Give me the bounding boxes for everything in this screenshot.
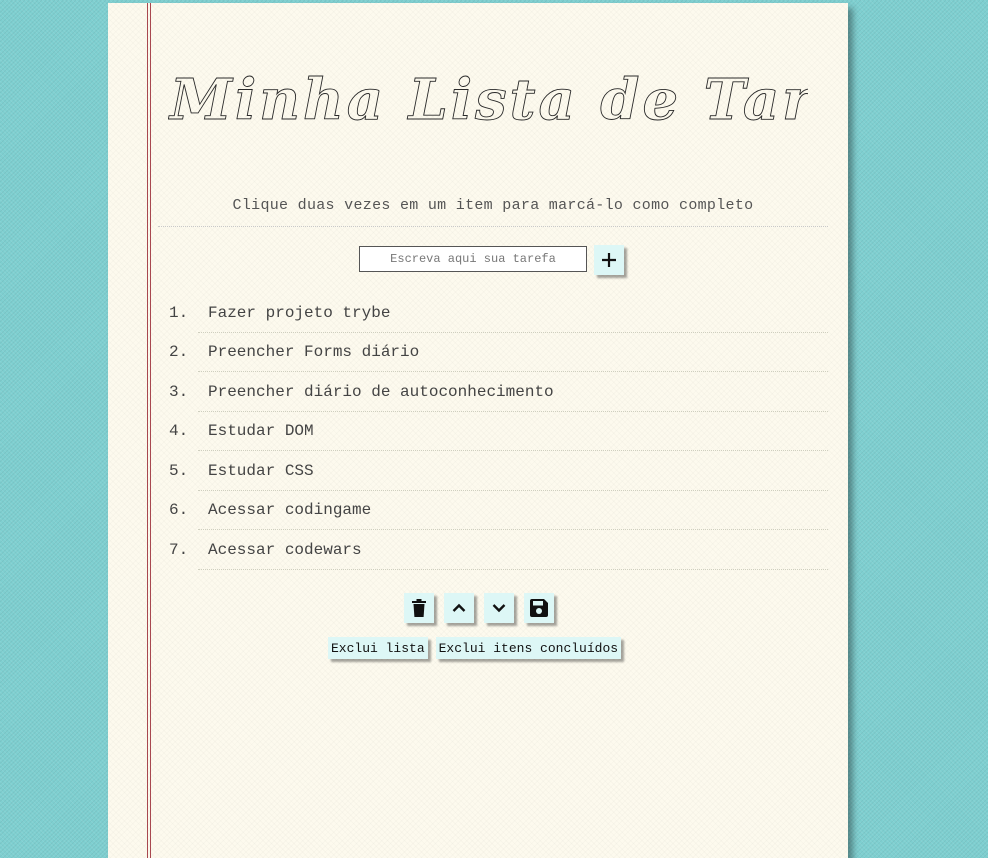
divider <box>158 226 828 227</box>
page-title-script: Minha Lista de Tarefas <box>168 67 808 134</box>
margin-line <box>147 3 148 858</box>
clear-controls: Exclui lista Exclui itens concluídos <box>328 637 629 659</box>
task-number: 6. <box>169 501 189 520</box>
list-controls <box>404 593 564 623</box>
page-title-text: Minha Lista de Tarefas <box>168 67 808 133</box>
task-item[interactable]: 1. Fazer projeto trybe <box>158 293 828 333</box>
task-number: 5. <box>169 461 189 480</box>
task-text: Estudar CSS <box>208 461 314 480</box>
margin-line <box>150 3 151 858</box>
save-icon <box>530 599 548 617</box>
task-item[interactable]: 5. Estudar CSS <box>158 451 828 491</box>
page-title: Minha Lista de Tarefas <box>168 59 808 159</box>
task-list: 1. Fazer projeto trybe 2. Preencher Form… <box>158 293 828 570</box>
clear-completed-button[interactable]: Exclui itens concluídos <box>435 637 622 659</box>
task-number: 3. <box>169 382 189 401</box>
chevron-down-icon <box>492 604 506 613</box>
chevron-up-icon <box>452 603 466 612</box>
task-number: 1. <box>169 303 189 322</box>
task-text: Acessar codewars <box>208 540 362 559</box>
task-text: Estudar DOM <box>208 422 314 441</box>
task-item[interactable]: 4. Estudar DOM <box>158 412 828 452</box>
add-task-button[interactable] <box>594 245 624 275</box>
task-item[interactable]: 2. Preencher Forms diário <box>158 333 828 373</box>
move-down-button[interactable] <box>484 593 514 623</box>
save-list-button[interactable] <box>524 593 554 623</box>
move-up-button[interactable] <box>444 593 474 623</box>
notebook-paper: Minha Lista de Tarefas Clique duas vezes… <box>108 3 848 858</box>
trash-icon <box>412 599 426 617</box>
task-number: 7. <box>169 540 189 559</box>
task-text: Preencher Forms diário <box>208 343 420 362</box>
instructions-text: Clique duas vezes em um item para marcá-… <box>232 197 754 214</box>
task-text: Preencher diário de autoconhecimento <box>208 382 554 401</box>
task-input[interactable] <box>359 246 587 272</box>
task-number: 4. <box>169 422 189 441</box>
task-text: Fazer projeto trybe <box>208 303 391 322</box>
task-item[interactable]: 3. Preencher diário de autoconhecimento <box>158 372 828 412</box>
task-text: Acessar codingame <box>208 501 372 520</box>
plus-icon <box>602 253 616 267</box>
task-input-row <box>359 245 624 277</box>
task-item[interactable]: 7. Acessar codewars <box>158 530 828 570</box>
clear-list-button[interactable]: Exclui lista <box>328 637 428 659</box>
task-number: 2. <box>169 343 189 362</box>
task-item[interactable]: 6. Acessar codingame <box>158 491 828 531</box>
delete-selected-button[interactable] <box>404 593 434 623</box>
